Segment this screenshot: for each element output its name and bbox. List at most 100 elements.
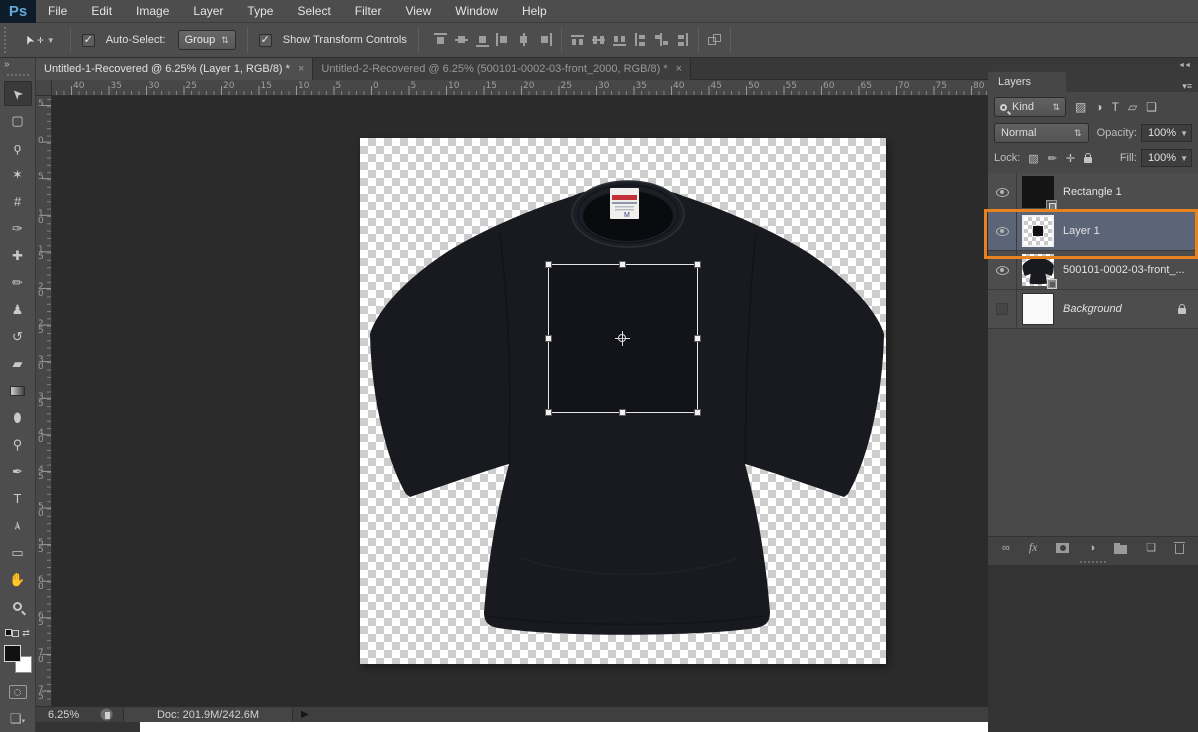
menu-layer[interactable]: Layer xyxy=(181,0,235,23)
layer-thumbnail[interactable] xyxy=(1022,176,1057,211)
crop-tool[interactable]: # xyxy=(4,189,32,214)
link-layers-button[interactable]: ∞ xyxy=(1002,542,1010,554)
lock-all-icon[interactable] xyxy=(1084,153,1093,163)
foreground-background-swatches[interactable] xyxy=(3,645,32,673)
layer-styles-button[interactable]: fx xyxy=(1029,540,1038,555)
distribute-bottom-edges-icon[interactable] xyxy=(612,33,627,47)
eraser-tool[interactable]: ▰ xyxy=(4,351,32,376)
distribute-top-edges-icon[interactable] xyxy=(570,33,585,47)
layer-row-background[interactable]: Background xyxy=(988,290,1198,329)
spot-healing-brush-tool[interactable]: ✚ xyxy=(4,243,32,268)
hand-tool[interactable]: ✋ xyxy=(4,567,32,592)
menu-window[interactable]: Window xyxy=(443,0,510,23)
add-layer-mask-button[interactable] xyxy=(1056,542,1070,553)
rectangle-tool[interactable]: ▭ xyxy=(4,540,32,565)
distribute-left-edges-icon[interactable] xyxy=(633,33,648,47)
blend-mode-dropdown[interactable]: Normal ⇅ xyxy=(994,123,1089,143)
screen-mode-button[interactable]: ❑▾ xyxy=(10,711,25,727)
menu-edit[interactable]: Edit xyxy=(79,0,124,23)
align-bottom-edges-icon[interactable] xyxy=(475,33,490,47)
align-vertical-centers-icon[interactable] xyxy=(454,33,469,47)
auto-select-checkbox[interactable]: ✓ xyxy=(81,33,95,47)
new-adjustment-layer-button[interactable]: ◑ xyxy=(1088,542,1095,554)
close-icon[interactable]: × xyxy=(676,63,682,75)
foreground-color-swatch[interactable] xyxy=(3,645,21,662)
lock-position-icon[interactable]: ✛ xyxy=(1066,152,1075,165)
type-tool[interactable]: T xyxy=(4,486,32,511)
distribute-vertical-centers-icon[interactable] xyxy=(591,33,606,47)
brush-tool[interactable]: ✏ xyxy=(4,270,32,295)
toolbar-collapse-button[interactable]: » xyxy=(0,58,14,71)
menu-file[interactable]: File xyxy=(36,0,79,23)
zoom-tool[interactable] xyxy=(4,594,32,619)
rectangular-marquee-tool[interactable]: ▢ xyxy=(4,108,32,133)
close-icon[interactable]: × xyxy=(298,63,304,75)
filter-type-layers-icon[interactable]: T xyxy=(1112,100,1119,114)
tool-preset-picker[interactable]: ➤ ✛ ▼ xyxy=(20,32,59,47)
eyedropper-tool[interactable]: ✑ xyxy=(4,216,32,241)
filter-adjustment-layers-icon[interactable]: ◑ xyxy=(1095,100,1102,114)
zoom-level-field[interactable]: 6.25% xyxy=(48,709,100,721)
transform-handle-bottom-left[interactable] xyxy=(545,409,552,416)
auto-align-layers-icon[interactable] xyxy=(707,33,722,47)
align-left-edges-icon[interactable] xyxy=(495,33,511,47)
status-options-arrow-icon[interactable]: ▶ xyxy=(301,709,309,720)
menu-image[interactable]: Image xyxy=(124,0,181,23)
visibility-toggle[interactable] xyxy=(988,290,1017,328)
align-right-edges-icon[interactable] xyxy=(538,33,553,47)
layer-row-rectangle-1[interactable]: Rectangle 1 xyxy=(988,173,1198,212)
lasso-tool[interactable]: ϙ xyxy=(4,135,32,160)
quick-mask-button[interactable] xyxy=(8,685,27,699)
document-size-field[interactable]: Doc: 201.9M/242.6M xyxy=(123,707,293,722)
canvas[interactable]: M xyxy=(360,138,886,664)
transform-handle-bottom-center[interactable] xyxy=(619,409,626,416)
document-tab-1[interactable]: Untitled-1-Recovered @ 6.25% (Layer 1, R… xyxy=(36,58,314,80)
panel-menu-icon[interactable]: ▾≡ xyxy=(1182,81,1198,92)
clone-stamp-tool[interactable]: ♟ xyxy=(4,297,32,322)
distribute-right-edges-icon[interactable] xyxy=(675,33,690,47)
distribute-horizontal-centers-icon[interactable] xyxy=(654,33,669,47)
auto-select-target-dropdown[interactable]: Group ⇅ xyxy=(177,30,236,50)
menu-help[interactable]: Help xyxy=(510,0,559,23)
menu-view[interactable]: View xyxy=(393,0,443,23)
filter-pixel-layers-icon[interactable]: ▨ xyxy=(1075,100,1086,114)
dodge-tool[interactable]: ⚲ xyxy=(4,432,32,457)
tab-layers[interactable]: Layers xyxy=(988,72,1066,92)
visibility-empty-checkbox[interactable] xyxy=(996,303,1008,315)
path-selection-tool[interactable]: ➢ xyxy=(4,513,32,538)
filter-shape-layers-icon[interactable]: ▱ xyxy=(1128,100,1137,114)
history-brush-tool[interactable]: ↺ xyxy=(4,324,32,349)
document-tab-2[interactable]: Untitled-2-Recovered @ 6.25% (500101-000… xyxy=(313,58,692,80)
align-top-edges-icon[interactable] xyxy=(433,33,448,47)
default-swap-colors[interactable]: ⇄ xyxy=(5,628,30,639)
align-horizontal-centers-icon[interactable] xyxy=(517,33,532,47)
opacity-field[interactable]: 100% ▼ xyxy=(1140,124,1192,142)
pen-tool[interactable]: ✒ xyxy=(4,459,32,484)
visibility-toggle[interactable] xyxy=(988,173,1017,211)
transform-handle-top-left[interactable] xyxy=(545,261,552,268)
transform-handle-middle-left[interactable] xyxy=(545,334,552,342)
panel-resize-grip[interactable] xyxy=(988,558,1198,565)
fill-field[interactable]: 100% ▼ xyxy=(1140,149,1192,167)
move-tool[interactable]: ➤ xyxy=(3,81,32,106)
filter-kind-dropdown[interactable]: Kind ⇅ xyxy=(994,97,1066,117)
transform-handle-middle-right[interactable] xyxy=(694,334,701,342)
lock-transparent-pixels-icon[interactable]: ▨ xyxy=(1028,152,1038,165)
swap-colors-icon[interactable]: ⇄ xyxy=(22,628,30,639)
layer-thumbnail[interactable] xyxy=(1022,293,1054,325)
lock-image-pixels-icon[interactable]: ✏ xyxy=(1048,152,1057,165)
menu-select[interactable]: Select xyxy=(285,0,342,23)
magic-wand-tool[interactable]: ✶ xyxy=(4,162,32,187)
show-transform-checkbox[interactable]: ✓ xyxy=(258,33,272,47)
collapse-panels-icon[interactable]: ◄◄ xyxy=(1178,62,1191,69)
transform-handle-top-right[interactable] xyxy=(694,261,701,268)
transform-bounding-box[interactable] xyxy=(545,261,701,416)
blur-tool[interactable]: ⬮ xyxy=(4,405,32,430)
new-group-button[interactable] xyxy=(1114,542,1128,554)
menu-type[interactable]: Type xyxy=(235,0,285,23)
new-layer-button[interactable]: ❏ xyxy=(1146,541,1156,554)
transform-handle-top-center[interactable] xyxy=(619,261,626,268)
menu-filter[interactable]: Filter xyxy=(343,0,394,23)
transform-handle-bottom-right[interactable] xyxy=(694,409,701,416)
delete-layer-button[interactable] xyxy=(1173,541,1185,554)
